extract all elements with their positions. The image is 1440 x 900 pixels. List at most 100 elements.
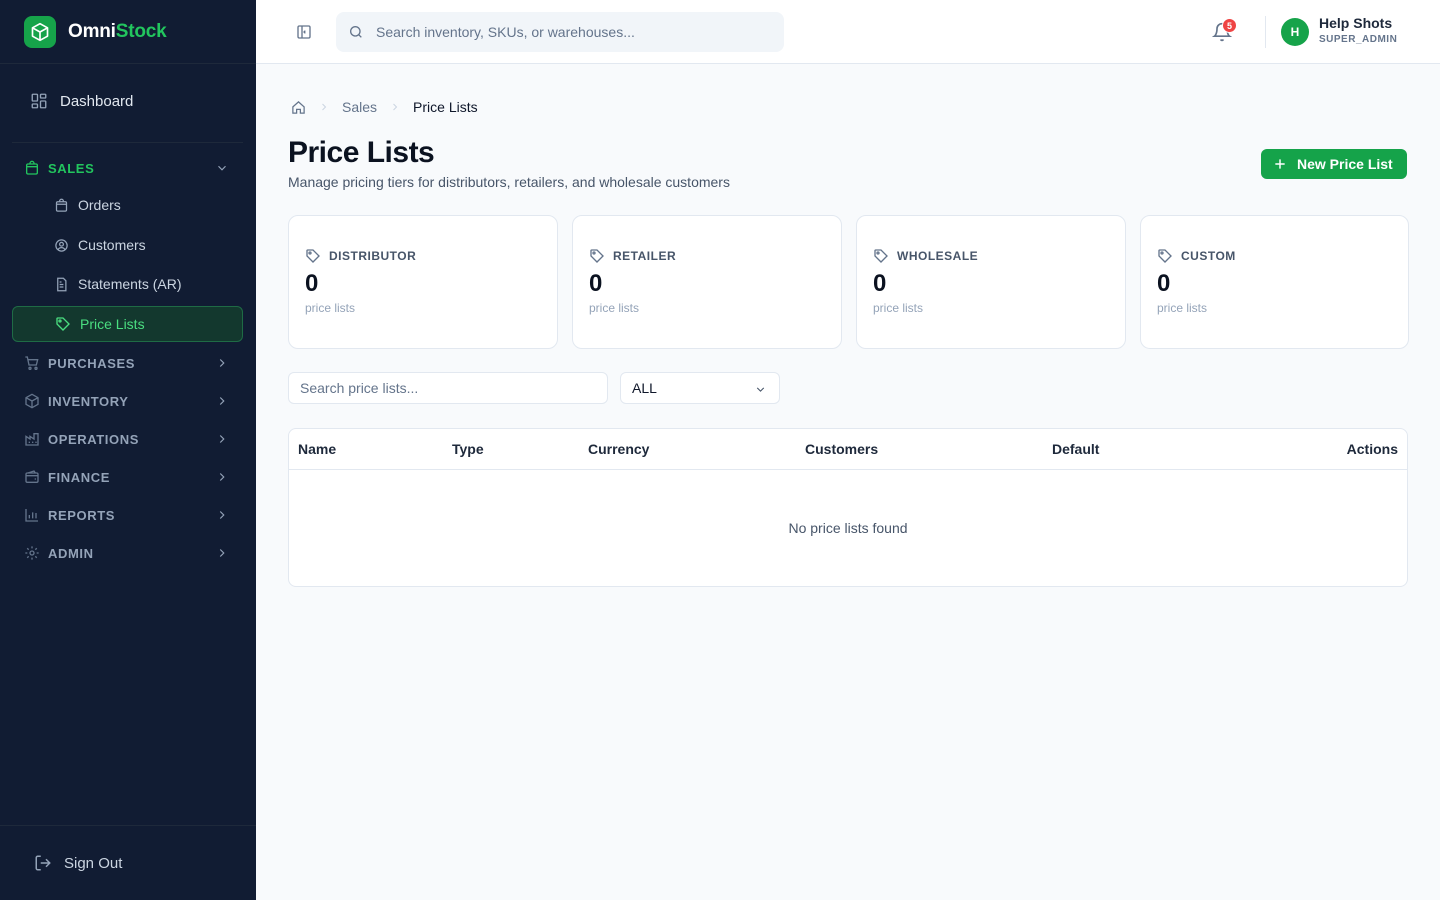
card-label: DISTRIBUTOR: [329, 249, 417, 263]
box-icon: [24, 393, 40, 409]
user-role: SUPER_ADMIN: [1319, 34, 1398, 45]
user-circle-icon: [54, 238, 69, 253]
brand-name-part2: Stock: [115, 20, 167, 42]
sidebar-item-price-lists[interactable]: Price Lists: [12, 306, 243, 342]
card-unit: price lists: [1157, 301, 1208, 315]
card-header: DISTRIBUTOR: [305, 248, 416, 264]
sidebar-item-label: Orders: [78, 197, 121, 213]
box-logo-icon: [24, 15, 56, 48]
stat-card-wholesale[interactable]: WHOLESALE 0 price lists: [856, 215, 1126, 349]
card-unit: price lists: [589, 301, 640, 315]
column-header-type[interactable]: Type: [452, 441, 484, 457]
card-count: 0: [305, 270, 319, 297]
new-price-list-button[interactable]: New Price List: [1261, 149, 1407, 179]
nav-group-admin[interactable]: ADMIN: [12, 536, 243, 570]
sidebar-divider: [12, 142, 243, 143]
stat-card-custom[interactable]: CUSTOM 0 price lists: [1140, 215, 1409, 349]
cart-icon: [24, 355, 40, 371]
chevron-right-icon: [215, 356, 229, 370]
sidebar-item-label: Customers: [78, 237, 146, 253]
nav-group-reports[interactable]: REPORTS: [12, 498, 243, 532]
chevron-right-icon: [215, 394, 229, 408]
nav-group-label: PURCHASES: [48, 355, 136, 371]
avatar[interactable]: H: [1281, 18, 1309, 46]
chevron-down-icon: [215, 161, 229, 175]
global-search-input[interactable]: [376, 24, 756, 40]
column-header-customers[interactable]: Customers: [805, 441, 878, 457]
nav-group-label: SALES: [48, 160, 95, 176]
card-count: 0: [873, 270, 887, 297]
gear-icon: [24, 545, 40, 561]
nav-group-label: INVENTORY: [48, 393, 129, 409]
page-title: Price Lists: [288, 136, 435, 169]
tag-icon: [305, 248, 321, 264]
column-header-name[interactable]: Name: [298, 441, 336, 457]
search-icon: [348, 24, 364, 40]
breadcrumb: Sales Price Lists: [291, 99, 478, 115]
stat-card-distributor[interactable]: DISTRIBUTOR 0 price lists: [288, 215, 558, 349]
chevron-right-icon: [215, 546, 229, 560]
card-label: WHOLESALE: [897, 249, 979, 263]
type-filter-value: ALL: [632, 380, 657, 396]
card-unit: price lists: [305, 301, 356, 315]
document-icon: [54, 277, 69, 292]
nav-group-label: REPORTS: [48, 507, 116, 523]
sidebar-item-orders[interactable]: Orders: [12, 187, 243, 223]
divider: [1265, 16, 1266, 48]
chevron-right-icon: [215, 470, 229, 484]
tag-icon: [1157, 248, 1173, 264]
factory-icon: [24, 431, 40, 447]
nav-group-label: OPERATIONS: [48, 431, 139, 447]
new-price-list-label: New Price List: [1297, 156, 1393, 172]
stat-card-retailer[interactable]: RETAILER 0 price lists: [572, 215, 842, 349]
column-header-default[interactable]: Default: [1052, 441, 1099, 457]
chevron-right-icon: [215, 508, 229, 522]
home-icon[interactable]: [291, 100, 306, 115]
grid-icon: [30, 92, 48, 110]
sidebar: OmniStock Dashboard SALES Orders Custome…: [0, 0, 256, 900]
price-lists-table: Name Type Currency Customers Default Act…: [288, 428, 1408, 587]
page-subtitle: Manage pricing tiers for distributors, r…: [288, 174, 730, 190]
logout-icon: [34, 854, 52, 872]
card-label: CUSTOM: [1181, 249, 1236, 263]
nav-group-finance[interactable]: FINANCE: [12, 460, 243, 494]
nav-group-sales[interactable]: SALES: [12, 151, 243, 185]
type-filter-select[interactable]: ALL: [620, 372, 780, 404]
shopping-bag-icon: [54, 198, 69, 213]
nav-group-label: FINANCE: [48, 469, 110, 485]
chevron-right-icon: [389, 101, 401, 113]
brand-name-part1: Omni: [68, 20, 116, 42]
sidebar-toggle-icon[interactable]: [296, 24, 312, 40]
nav-group-purchases[interactable]: PURCHASES: [12, 346, 243, 380]
brand[interactable]: OmniStock: [0, 0, 256, 64]
sign-out-button[interactable]: Sign Out: [0, 825, 256, 900]
nav-dashboard[interactable]: Dashboard: [12, 82, 243, 120]
card-header: RETAILER: [589, 248, 676, 264]
card-label: RETAILER: [613, 249, 677, 263]
sidebar-item-customers[interactable]: Customers: [12, 227, 243, 263]
sidebar-item-label: Price Lists: [80, 316, 145, 332]
nav-group-inventory[interactable]: INVENTORY: [12, 384, 243, 418]
card-header: CUSTOM: [1157, 248, 1236, 264]
brand-name: OmniStock: [68, 21, 167, 43]
card-count: 0: [1157, 270, 1171, 297]
price-list-search-input[interactable]: [288, 372, 608, 404]
sidebar-item-label: Statements (AR): [78, 276, 182, 292]
sign-out-label: Sign Out: [64, 854, 123, 872]
breadcrumb-sales[interactable]: Sales: [342, 99, 377, 115]
nav-group-operations[interactable]: OPERATIONS: [12, 422, 243, 456]
sidebar-item-statements[interactable]: Statements (AR): [12, 266, 243, 302]
user-name[interactable]: Help Shots: [1319, 15, 1392, 31]
empty-state-message: No price lists found: [788, 520, 908, 536]
card-count: 0: [589, 270, 603, 297]
nav-dashboard-label: Dashboard: [60, 92, 134, 110]
column-header-currency[interactable]: Currency: [588, 441, 649, 457]
tag-icon: [873, 248, 889, 264]
column-header-actions: Actions: [1346, 441, 1398, 457]
chevron-right-icon: [318, 101, 330, 113]
chevron-right-icon: [215, 432, 229, 446]
card-unit: price lists: [873, 301, 924, 315]
wallet-icon: [24, 469, 40, 485]
global-search: [336, 12, 784, 52]
chevron-down-icon: [754, 383, 767, 396]
